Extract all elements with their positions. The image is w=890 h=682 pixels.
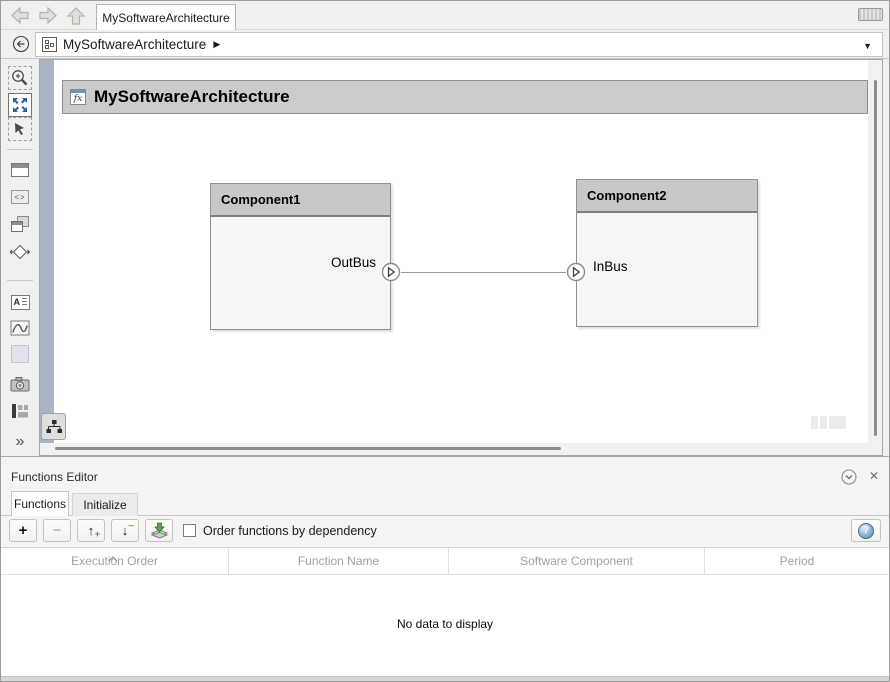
functions-editor-title: Functions Editor xyxy=(11,470,98,484)
close-panel-icon[interactable]: ✕ xyxy=(869,469,879,483)
model-browser-strip xyxy=(40,60,54,443)
breadcrumb-arrow-icon[interactable]: ▶ xyxy=(213,39,220,50)
canvas-frame: fx MySoftwareArchitecture Component1 Out… xyxy=(39,59,883,456)
move-down-minus-badge: − xyxy=(128,521,134,532)
document-tab-bar: MySoftwareArchitecture xyxy=(1,1,889,30)
window-bottom-edge xyxy=(1,676,889,681)
bus-connection-wire[interactable] xyxy=(401,272,566,273)
fx-icon: fx xyxy=(70,89,86,105)
vertical-scrollbar[interactable] xyxy=(868,60,882,443)
diagram-title: MySoftwareArchitecture xyxy=(94,87,290,106)
functions-table-body: No data to display xyxy=(1,575,889,677)
help-button[interactable]: ? xyxy=(851,519,881,542)
tab-mysoftwarearchitecture[interactable]: MySoftwareArchitecture xyxy=(96,4,236,30)
horizontal-scrollbar-thumb[interactable] xyxy=(55,447,561,450)
app-window: MySoftwareArchitecture MySoftwareArchite… xyxy=(0,0,890,682)
model-browser-toggle-button[interactable] xyxy=(41,413,66,440)
breadcrumb-model-name[interactable]: MySoftwareArchitecture xyxy=(63,37,206,52)
column-software-component[interactable]: Software Component xyxy=(449,548,705,574)
breadcrumb-bar: MySoftwareArchitecture ▶ ▼ xyxy=(1,30,889,59)
functions-table-header: Execution Order Function Name Software C… xyxy=(1,547,889,575)
outbus-port-label[interactable]: OutBus xyxy=(331,255,376,270)
palette-overflow-icon[interactable]: » xyxy=(8,430,32,454)
move-up-button[interactable]: ↑ + xyxy=(77,519,105,542)
vertical-scrollbar-thumb[interactable] xyxy=(874,80,877,436)
separator xyxy=(7,280,33,281)
subsystem-icon[interactable] xyxy=(8,158,32,182)
inbus-port-icon[interactable] xyxy=(566,262,586,282)
component1-name: Component1 xyxy=(221,192,301,207)
functions-editor-header: Functions Editor ✕ xyxy=(1,463,889,491)
move-up-plus-badge: + xyxy=(94,529,100,539)
help-icon: ? xyxy=(858,522,874,539)
up-icon[interactable] xyxy=(65,5,87,26)
annotation-icon[interactable]: A xyxy=(8,290,32,314)
fit-to-view-icon[interactable] xyxy=(8,93,32,117)
outbus-port-icon[interactable] xyxy=(381,262,401,282)
order-by-dependency-label: Order functions by dependency xyxy=(203,524,377,538)
component1-header[interactable]: Component1 xyxy=(211,184,390,217)
canvas-resize-badge xyxy=(811,416,846,429)
tab-functions-label: Functions xyxy=(13,497,67,511)
remove-function-button[interactable]: − xyxy=(43,519,71,542)
tab-initialize[interactable]: Initialize xyxy=(72,493,138,516)
viewmark-icon[interactable] xyxy=(8,399,32,423)
move-down-button[interactable]: ↓ − xyxy=(111,519,139,542)
horizontal-scrollbar[interactable] xyxy=(40,443,868,455)
breadcrumb[interactable]: MySoftwareArchitecture ▶ ▼ xyxy=(35,32,883,57)
tab-label: MySoftwareArchitecture xyxy=(102,10,230,25)
scrollbar-corner xyxy=(868,443,882,455)
select-arrow-icon[interactable] xyxy=(8,117,32,141)
area-icon[interactable] xyxy=(8,342,32,366)
inbus-port-label[interactable]: InBus xyxy=(593,259,628,274)
back-icon[interactable] xyxy=(9,5,31,26)
breadcrumb-dropdown-icon[interactable]: ▼ xyxy=(863,41,872,51)
separator xyxy=(7,149,33,150)
component2-block[interactable]: Component2 InBus xyxy=(576,179,758,327)
add-function-button[interactable]: + xyxy=(9,519,37,542)
copy-block-icon[interactable] xyxy=(8,212,32,236)
tab-initialize-label: Initialize xyxy=(83,498,127,512)
component2-name: Component2 xyxy=(587,188,667,203)
empty-table-message: No data to display xyxy=(396,617,494,631)
update-diagram-button[interactable] xyxy=(145,519,173,542)
functions-editor-tabs: Functions Initialize xyxy=(1,491,889,516)
code-block-icon[interactable]: <> xyxy=(8,185,32,209)
sort-ascending-icon[interactable] xyxy=(108,549,118,567)
functions-toolbar: + − ↑ + ↓ − Order functions by dependenc… xyxy=(1,516,889,546)
back-circle-icon[interactable] xyxy=(12,35,30,53)
column-function-name[interactable]: Function Name xyxy=(229,548,449,574)
model-icon xyxy=(42,37,57,52)
component2-header[interactable]: Component2 xyxy=(577,180,757,213)
column-period[interactable]: Period xyxy=(705,548,889,574)
image-icon[interactable] xyxy=(8,316,32,340)
zoom-in-icon[interactable] xyxy=(8,66,32,90)
camera-icon[interactable] xyxy=(8,372,32,396)
palette-toolbar: <> A » xyxy=(1,59,39,456)
order-by-dependency-checkbox[interactable] xyxy=(183,524,196,537)
functions-editor-panel: Functions Editor ✕ Functions Initialize … xyxy=(1,456,889,677)
collapse-panel-icon[interactable] xyxy=(841,469,857,485)
tab-functions[interactable]: Functions xyxy=(11,491,69,516)
editor-main-area: <> A » fx MySoftwareArchitecture Compone… xyxy=(1,59,889,456)
diagram-canvas[interactable]: fx MySoftwareArchitecture Component1 Out… xyxy=(54,60,868,443)
keyboard-shortcuts-icon[interactable] xyxy=(858,8,883,21)
diagram-title-bar: fx MySoftwareArchitecture xyxy=(62,80,868,114)
component1-block[interactable]: Component1 OutBus xyxy=(210,183,391,330)
forward-icon[interactable] xyxy=(37,5,59,26)
signal-route-icon[interactable] xyxy=(8,240,32,264)
